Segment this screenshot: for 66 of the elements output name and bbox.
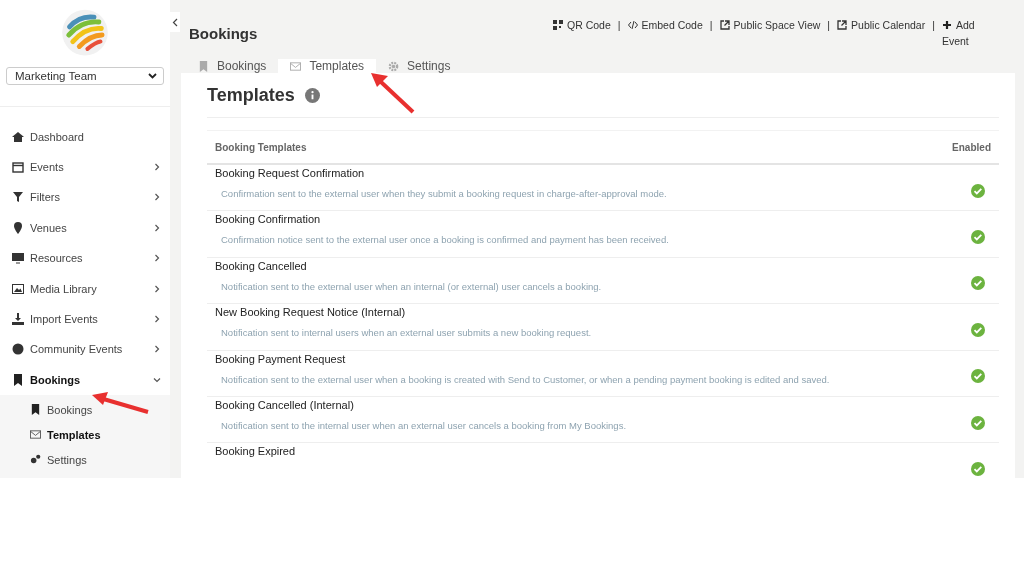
template-description: Notification sent to internal users when an external user submits a new booking request. (221, 327, 592, 339)
header-link[interactable]: QR Code (553, 17, 611, 33)
sidebar-item[interactable]: Bookings (0, 364, 170, 395)
sidebar-item[interactable]: Import Events (0, 303, 170, 335)
submenu-item[interactable]: Bookings (0, 397, 170, 422)
house-icon (12, 130, 24, 143)
template-description: Confirmation notice sent to the external user once a booking is confirmed and payment has been received. (221, 234, 669, 246)
annotation-arrow (371, 73, 417, 115)
submenu-item[interactable]: Templates (0, 422, 170, 447)
template-name[interactable]: Booking Cancelled (215, 259, 602, 272)
link-separator: | (827, 18, 831, 33)
bookmark-icon (30, 404, 41, 415)
template-description: Notification sent to the external user when an internal (or external) user cancels a booking. (221, 280, 602, 292)
column-header: Booking Templates (215, 141, 307, 153)
template-name[interactable]: Booking Confirmation (215, 213, 669, 226)
chevron-left-icon (172, 17, 178, 27)
external-link-icon (719, 20, 730, 30)
qr-code-icon (553, 20, 563, 30)
template-name[interactable]: Booking Cancelled (Internal) (215, 398, 627, 411)
monitor-icon (12, 252, 24, 265)
sidebar-item[interactable]: Venues (0, 212, 170, 244)
template-name[interactable]: Booking Payment Request (215, 352, 830, 365)
tab[interactable]: Settings (376, 59, 463, 73)
column-header: Enabled (952, 141, 991, 153)
code-icon (627, 20, 638, 30)
sidebar-item[interactable]: Dashboard (0, 121, 170, 152)
sidebar-item[interactable]: Community Events (0, 334, 170, 365)
header-link[interactable]: Public Calendar (837, 17, 926, 33)
download-icon (12, 313, 24, 325)
template-name[interactable]: Booking Expired (215, 445, 296, 458)
header-link[interactable]: Embed Code (627, 17, 703, 33)
image-icon (12, 282, 24, 295)
filter-icon (12, 191, 24, 204)
submenu-item[interactable]: Settings (0, 447, 170, 472)
template-description: Confirmation sent to the external user when they submit a booking request in charge-after-approval mode. (221, 188, 667, 199)
header-link[interactable]: Public Space View (719, 17, 821, 33)
envelope-icon (290, 60, 302, 72)
template-name[interactable]: Booking Request Confirmation (215, 167, 667, 179)
plus-icon (941, 20, 952, 30)
link-separator: | (709, 18, 713, 33)
bookmark-icon (198, 60, 209, 72)
team-select[interactable]: Marketing Team (6, 67, 164, 86)
template-description: Notification sent to the external user when a booking is created with Send to Customer, or when a pending payment booking is edited and saved. (221, 373, 830, 385)
caret-icon (148, 73, 157, 80)
link-separator: | (617, 18, 621, 33)
sidebar-item[interactable]: Resources (0, 243, 170, 274)
page-title: Bookings (189, 25, 258, 44)
collapse-button[interactable] (170, 12, 180, 32)
sidebar-item[interactable]: Events (0, 151, 170, 183)
header-link[interactable]: Add Event (941, 17, 982, 49)
annotation-arrow (92, 392, 150, 414)
external-link-icon (837, 20, 848, 30)
tab[interactable]: Templates (278, 59, 377, 73)
link-separator: | (932, 18, 935, 33)
calendar-icon (12, 161, 24, 174)
settings-icon (388, 60, 400, 72)
sidebar-item[interactable]: Media Library (0, 273, 170, 304)
template-description: Notification sent to the internal user when an external user cancels a booking from My Bookings. (221, 419, 627, 431)
tab[interactable]: Bookings (186, 59, 279, 73)
envelope-icon (30, 429, 41, 440)
map-pin-icon (12, 221, 24, 234)
template-name[interactable]: New Booking Request Notice (Internal) (215, 306, 592, 319)
info-icon (304, 87, 320, 103)
sidebar-item[interactable]: Filters (0, 182, 170, 213)
bookmark-icon (12, 373, 24, 386)
panel-title: Templates (207, 84, 295, 106)
